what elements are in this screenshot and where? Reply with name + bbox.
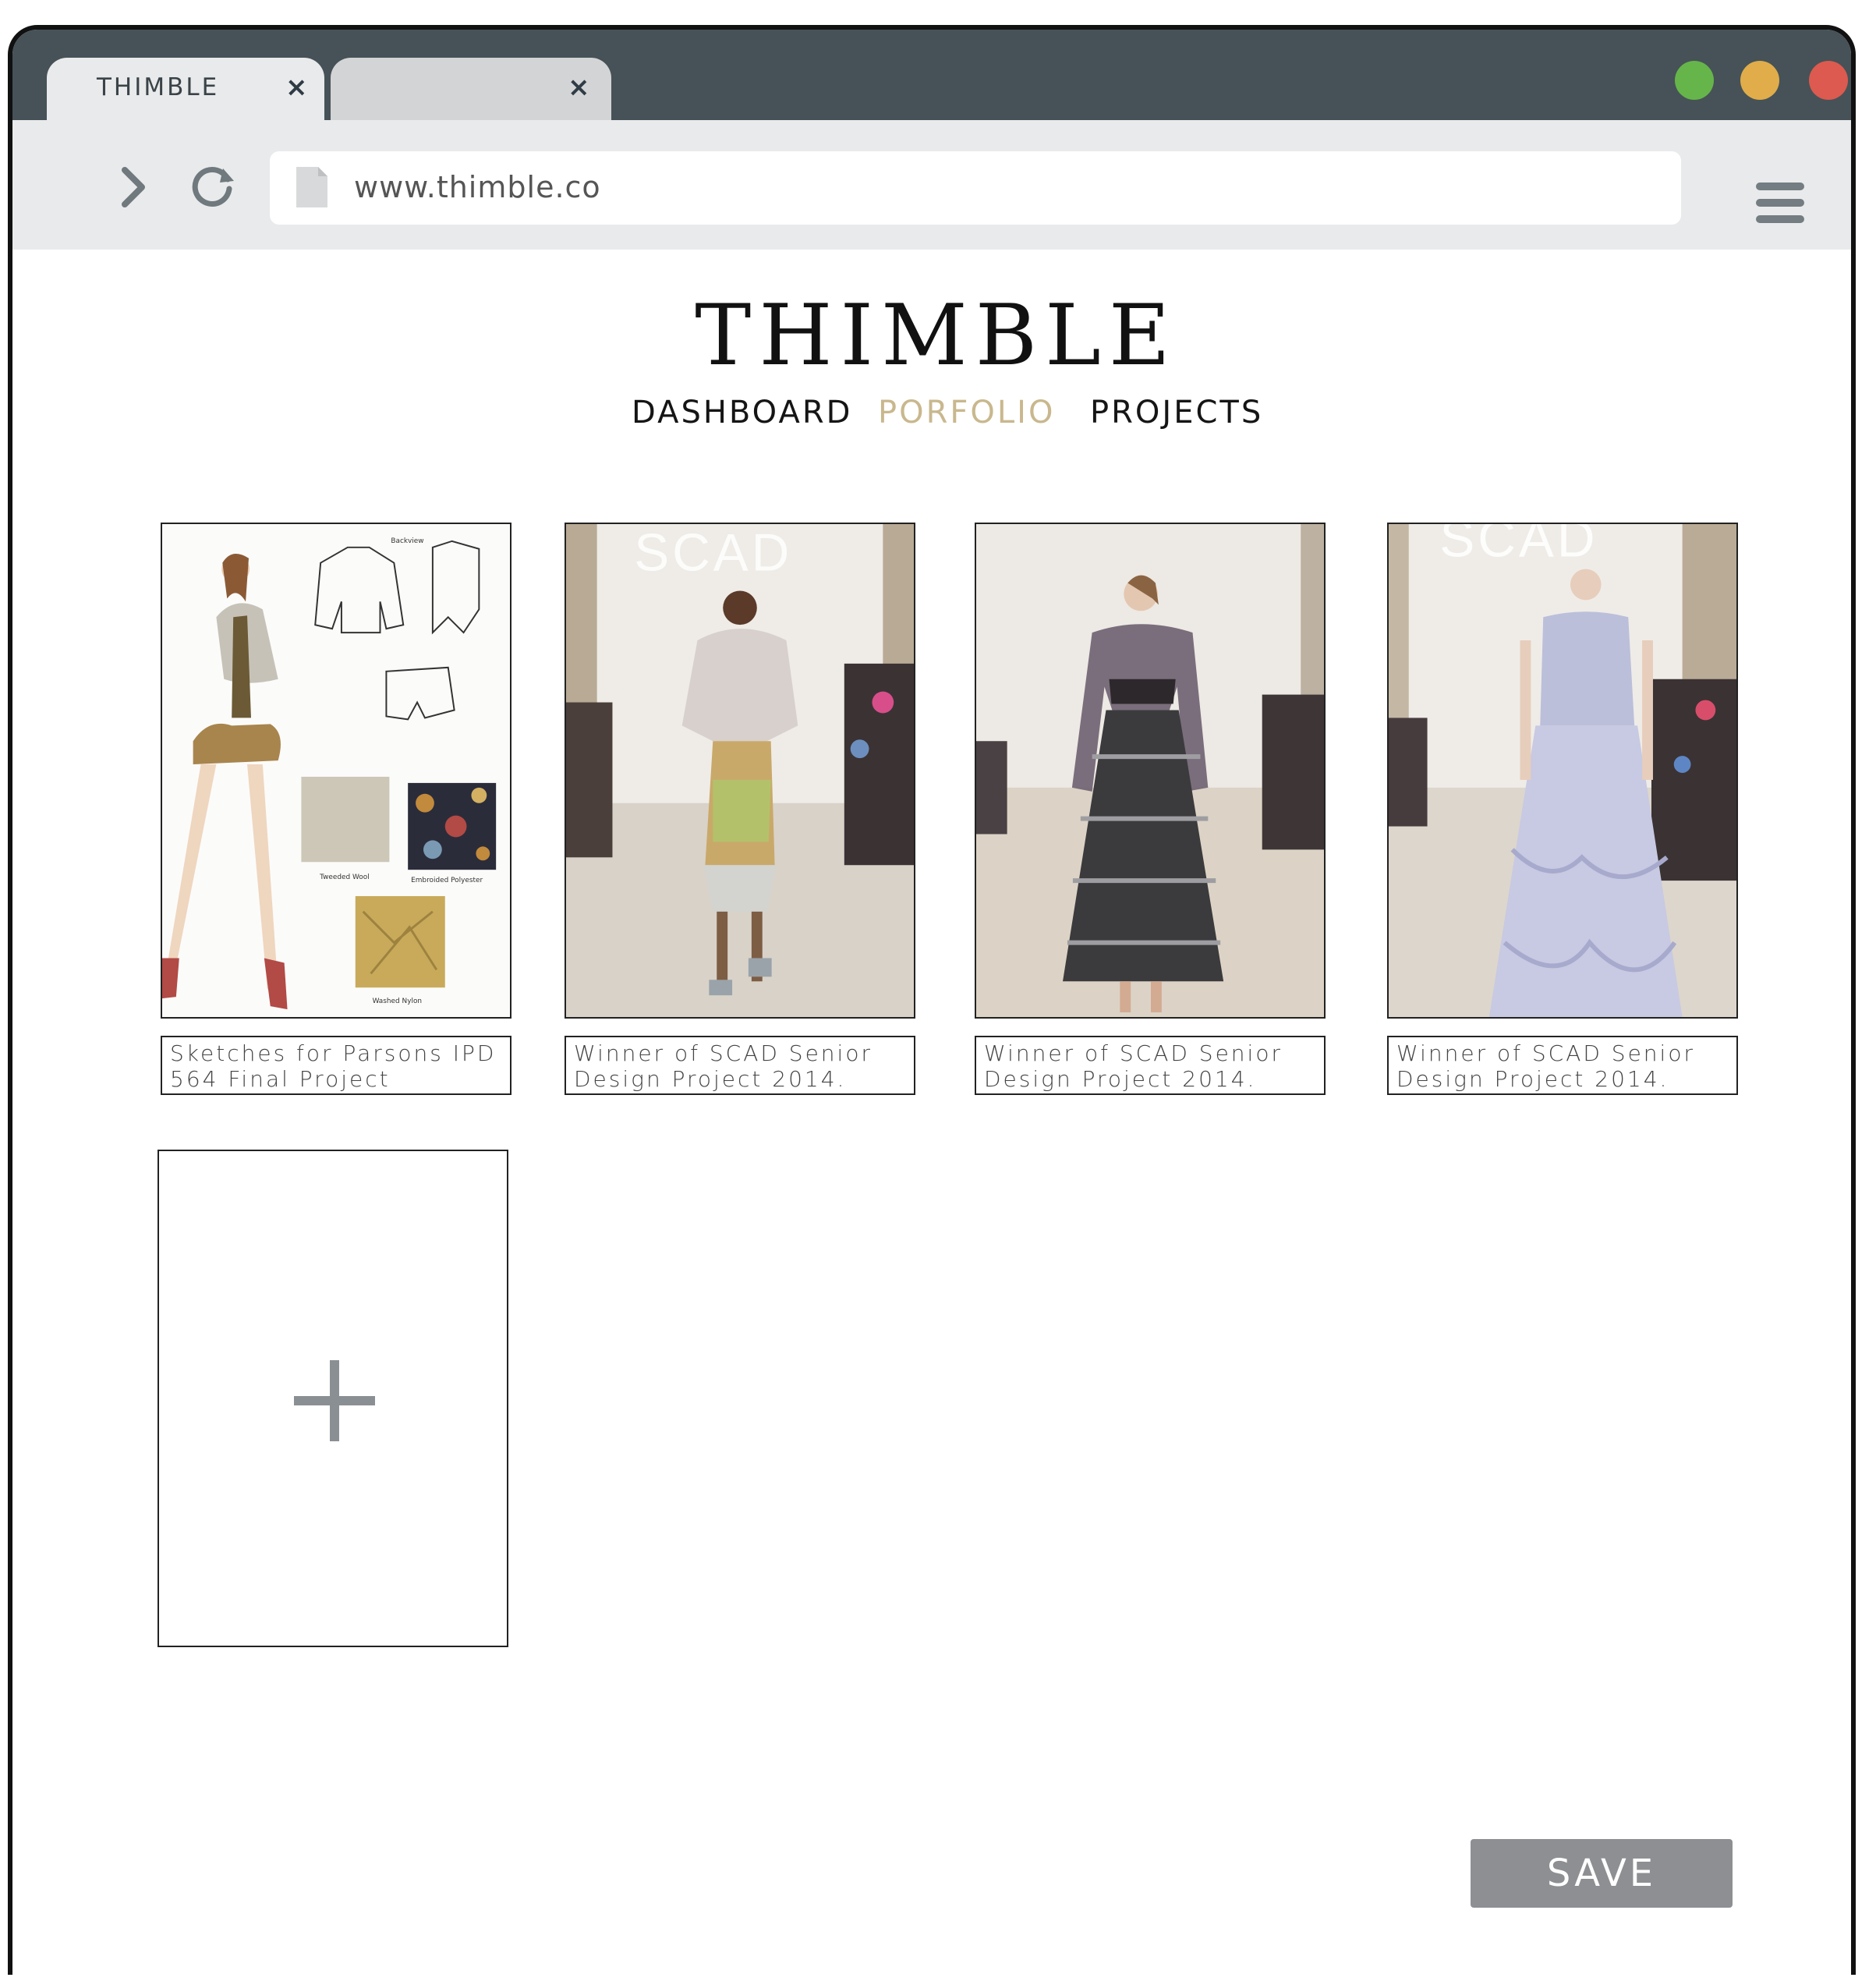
caption-field[interactable]: Winner of SCAD Senior Design Project 201… <box>565 1036 915 1095</box>
scad-sign: SCAD <box>1439 524 1598 569</box>
browser-window: THIMBLE × × www.thimble.co THIMBLE DASHB… <box>8 25 1856 1975</box>
save-button[interactable]: SAVE <box>1471 1839 1733 1908</box>
tab-thimble[interactable]: THIMBLE × <box>47 58 324 120</box>
portfolio-image-runway-3[interactable]: SCAD <box>1387 523 1738 1019</box>
portfolio-image-sketches[interactable]: Backview Tweeded Wool Embroided Polyeste… <box>161 523 511 1019</box>
minimize-button[interactable] <box>1740 61 1779 100</box>
forward-icon[interactable] <box>111 164 158 211</box>
swatch-label-wool: Tweeded Wool <box>319 874 370 881</box>
sketch-label-backview: Backview <box>391 537 423 545</box>
nav-dashboard[interactable]: DASHBOARD <box>632 395 852 431</box>
portfolio-image-runway-2[interactable] <box>975 523 1326 1019</box>
close-window-button[interactable] <box>1809 61 1848 100</box>
add-portfolio-item-button[interactable] <box>158 1150 508 1647</box>
tab-label: THIMBLE <box>97 73 220 101</box>
address-bar[interactable]: www.thimble.co <box>270 151 1681 225</box>
caption-field[interactable]: Winner of SCAD Senior Design Project 201… <box>1387 1036 1738 1095</box>
tab-close-icon[interactable]: × <box>568 72 590 103</box>
tab-close-icon[interactable]: × <box>285 72 308 103</box>
swatch-label-nylon: Washed Nylon <box>373 998 422 1005</box>
menu-icon[interactable] <box>1756 183 1804 228</box>
caption-field[interactable]: Sketches for Parsons IPD 564 Final Proje… <box>161 1036 511 1095</box>
reload-icon[interactable] <box>189 161 239 211</box>
maximize-button[interactable] <box>1675 61 1714 100</box>
nav-portfolio[interactable]: PORFOLIO <box>878 395 1055 431</box>
portfolio-image-runway-1[interactable]: SCAD <box>565 523 915 1019</box>
caption-field[interactable]: Winner of SCAD Senior Design Project 201… <box>975 1036 1326 1095</box>
site-logo: THIMBLE <box>695 287 1178 385</box>
url-text: www.thimble.co <box>354 170 601 204</box>
scad-sign: SCAD <box>634 524 792 583</box>
nav-projects[interactable]: PROJECTS <box>1090 395 1263 431</box>
browser-titlebar: THIMBLE × × <box>12 30 1851 120</box>
tab-blank[interactable]: × <box>331 58 611 120</box>
swatch-label-polyester: Embroided Polyester <box>411 877 483 884</box>
page-icon <box>296 167 327 207</box>
